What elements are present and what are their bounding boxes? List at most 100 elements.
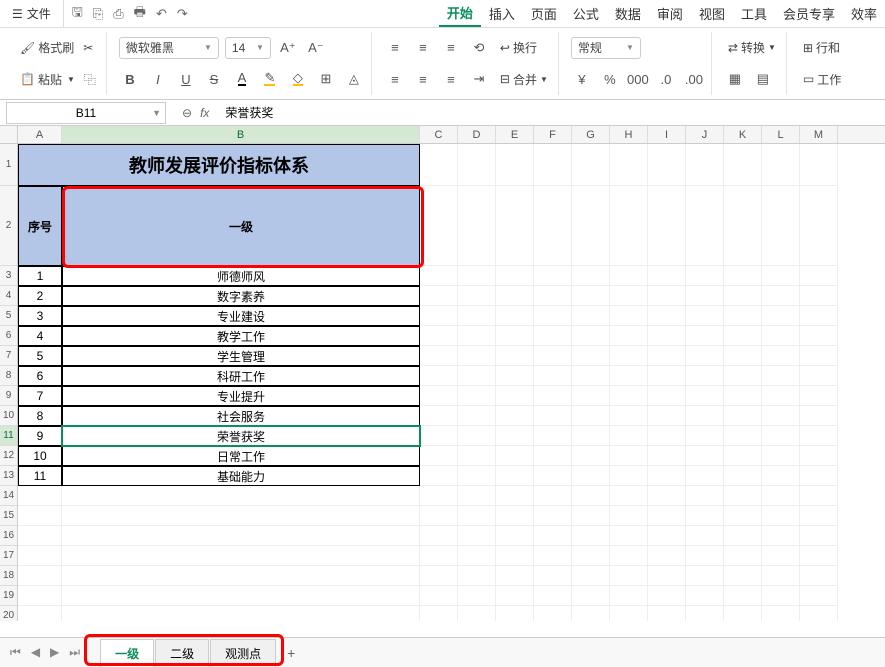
- cancel-icon[interactable]: ⊖: [182, 106, 192, 120]
- cell[interactable]: [458, 266, 496, 286]
- cell[interactable]: [496, 306, 534, 326]
- cell[interactable]: [572, 366, 610, 386]
- cell[interactable]: [762, 386, 800, 406]
- cell[interactable]: [648, 546, 686, 566]
- cell[interactable]: [572, 306, 610, 326]
- cell[interactable]: [534, 506, 572, 526]
- cell[interactable]: [496, 486, 534, 506]
- convert-button[interactable]: ⇄ 转换 ▼: [724, 37, 780, 58]
- cell[interactable]: [534, 266, 572, 286]
- col-header-C[interactable]: C: [420, 126, 458, 143]
- add-sheet-button[interactable]: +: [277, 640, 305, 666]
- cell[interactable]: [534, 406, 572, 426]
- cell[interactable]: [724, 526, 762, 546]
- cell[interactable]: [686, 606, 724, 621]
- cell[interactable]: [610, 466, 648, 486]
- seq-cell[interactable]: 6: [18, 366, 62, 386]
- level-cell[interactable]: 基础能力: [62, 466, 420, 486]
- cell[interactable]: [420, 144, 458, 186]
- indent-icon[interactable]: ⇥: [468, 68, 490, 90]
- cell[interactable]: [534, 306, 572, 326]
- font-size-select[interactable]: 14 ▼: [225, 37, 271, 59]
- col-header-L[interactable]: L: [762, 126, 800, 143]
- cell[interactable]: [800, 486, 838, 506]
- cell[interactable]: [610, 326, 648, 346]
- cell[interactable]: [610, 546, 648, 566]
- bold-button[interactable]: B: [119, 68, 141, 90]
- cell[interactable]: [648, 266, 686, 286]
- cell[interactable]: [572, 426, 610, 446]
- cell[interactable]: [762, 546, 800, 566]
- ribbon-tab-5[interactable]: 审阅: [649, 0, 691, 27]
- cell[interactable]: [572, 186, 610, 266]
- cell[interactable]: [572, 486, 610, 506]
- seq-cell[interactable]: 5: [18, 346, 62, 366]
- cell[interactable]: [762, 426, 800, 446]
- file-menu-button[interactable]: ☰ 文件: [0, 0, 63, 27]
- seq-cell[interactable]: 10: [18, 446, 62, 466]
- cell[interactable]: [496, 286, 534, 306]
- decrease-font-icon[interactable]: A⁻: [305, 37, 327, 59]
- row-header-19[interactable]: 19: [0, 586, 18, 606]
- seq-cell[interactable]: 9: [18, 426, 62, 446]
- ribbon-tab-6[interactable]: 视图: [691, 0, 733, 27]
- last-sheet-icon[interactable]: ⏭: [65, 643, 84, 662]
- cell[interactable]: [648, 326, 686, 346]
- cell[interactable]: [686, 426, 724, 446]
- cell[interactable]: [648, 506, 686, 526]
- cell[interactable]: [496, 266, 534, 286]
- ribbon-tab-1[interactable]: 插入: [481, 0, 523, 27]
- row-header-1[interactable]: 1: [0, 144, 18, 186]
- seq-cell[interactable]: 4: [18, 326, 62, 346]
- cell[interactable]: [686, 326, 724, 346]
- cell[interactable]: [686, 266, 724, 286]
- cell[interactable]: [800, 366, 838, 386]
- cell[interactable]: [648, 144, 686, 186]
- percent-icon[interactable]: %: [599, 68, 621, 90]
- cell[interactable]: [534, 366, 572, 386]
- style-icon[interactable]: ▦: [724, 68, 746, 90]
- cell[interactable]: [724, 144, 762, 186]
- cell[interactable]: [648, 446, 686, 466]
- cell[interactable]: [648, 526, 686, 546]
- cell[interactable]: [420, 606, 458, 621]
- cell[interactable]: [18, 566, 62, 586]
- row-header-3[interactable]: 3: [0, 266, 18, 286]
- cell[interactable]: [610, 526, 648, 546]
- cell[interactable]: [800, 386, 838, 406]
- cell[interactable]: [724, 386, 762, 406]
- cell[interactable]: [458, 506, 496, 526]
- cell[interactable]: [686, 526, 724, 546]
- cell[interactable]: [800, 466, 838, 486]
- ribbon-tab-4[interactable]: 数据: [607, 0, 649, 27]
- cell[interactable]: [800, 406, 838, 426]
- row-header-12[interactable]: 12: [0, 446, 18, 466]
- cell[interactable]: [458, 426, 496, 446]
- cell[interactable]: [648, 566, 686, 586]
- cell[interactable]: [724, 286, 762, 306]
- cell[interactable]: [420, 506, 458, 526]
- col-header-I[interactable]: I: [648, 126, 686, 143]
- row-header-10[interactable]: 10: [0, 406, 18, 426]
- cell[interactable]: [724, 546, 762, 566]
- cell[interactable]: [762, 186, 800, 266]
- fx-label[interactable]: fx: [200, 106, 209, 120]
- align-left-icon[interactable]: ≡: [384, 68, 406, 90]
- cell[interactable]: [458, 406, 496, 426]
- cell[interactable]: [496, 386, 534, 406]
- cell[interactable]: [762, 286, 800, 306]
- cell[interactable]: [496, 326, 534, 346]
- cell[interactable]: [534, 466, 572, 486]
- cell[interactable]: [420, 566, 458, 586]
- align-right-icon[interactable]: ≡: [440, 68, 462, 90]
- row-header-9[interactable]: 9: [0, 386, 18, 406]
- formula-input[interactable]: 荣誉获奖: [219, 104, 885, 121]
- cell[interactable]: [724, 306, 762, 326]
- cell[interactable]: [458, 386, 496, 406]
- col-header-H[interactable]: H: [610, 126, 648, 143]
- cell[interactable]: [420, 426, 458, 446]
- row-header-2[interactable]: 2: [0, 186, 18, 266]
- cell[interactable]: [572, 466, 610, 486]
- level-cell[interactable]: 日常工作: [62, 446, 420, 466]
- row-header-8[interactable]: 8: [0, 366, 18, 386]
